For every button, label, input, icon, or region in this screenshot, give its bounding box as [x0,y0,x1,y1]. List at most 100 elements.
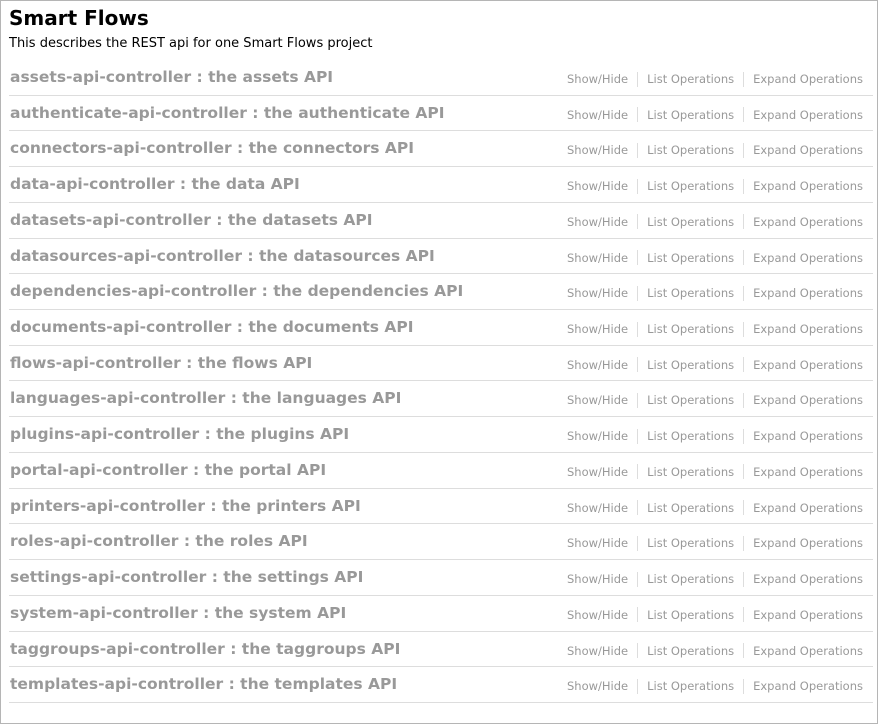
list-operations-link[interactable]: List Operations [647,178,734,194]
list-operations-link[interactable]: List Operations [647,392,734,408]
show-hide-link[interactable]: Show/Hide [567,285,628,301]
show-hide-link[interactable]: Show/Hide [567,464,628,480]
show-hide-link[interactable]: Show/Hide [567,678,628,694]
expand-operations-link[interactable]: Expand Operations [753,107,863,123]
expand-operations-link[interactable]: Expand Operations [753,178,863,194]
list-operations-link[interactable]: List Operations [647,71,734,87]
list-operations-link[interactable]: List Operations [647,678,734,694]
expand-operations-link[interactable]: Expand Operations [753,464,863,480]
expand-operations-link[interactable]: Expand Operations [753,535,863,551]
page-title: Smart Flows [9,6,149,30]
list-operations-link[interactable]: List Operations [647,142,734,158]
list-operations-link[interactable]: List Operations [647,535,734,551]
show-hide-link[interactable]: Show/Hide [567,178,628,194]
list-operations-link[interactable]: List Operations [647,107,734,123]
resource-heading-link[interactable]: documents-api-controller : the documents… [10,317,414,337]
resource-heading-link[interactable]: authenticate-api-controller : the authen… [10,103,445,123]
resource-operations: Show/Hide List Operations Expand Operati… [567,535,863,551]
list-operations-link[interactable]: List Operations [647,214,734,230]
list-operations-link[interactable]: List Operations [647,500,734,516]
list-operations-link[interactable]: List Operations [647,464,734,480]
operations-divider [743,535,745,551]
resource-heading-link[interactable]: printers-api-controller : the printers A… [10,496,361,516]
resource-operations: Show/Hide List Operations Expand Operati… [567,428,863,444]
show-hide-link[interactable]: Show/Hide [567,392,628,408]
show-hide-link[interactable]: Show/Hide [567,250,628,266]
show-hide-link[interactable]: Show/Hide [567,535,628,551]
resource-operations: Show/Hide List Operations Expand Operati… [567,71,863,87]
list-operations-link[interactable]: List Operations [647,607,734,623]
resource-heading-link[interactable]: portal-api-controller : the portal API [10,460,326,480]
operations-divider [637,500,639,516]
resource-heading-link[interactable]: plugins-api-controller : the plugins API [10,424,349,444]
show-hide-link[interactable]: Show/Hide [567,428,628,444]
show-hide-link[interactable]: Show/Hide [567,214,628,230]
resource-heading-link[interactable]: dependencies-api-controller : the depend… [10,281,463,301]
resource-heading-link[interactable]: templates-api-controller : the templates… [10,674,397,694]
expand-operations-link[interactable]: Expand Operations [753,607,863,623]
resource-item: languages-api-controller : the languages… [9,381,873,418]
resource-heading-link[interactable]: taggroups-api-controller : the taggroups… [10,639,400,659]
resource-list: assets-api-controller : the assets API S… [9,60,873,703]
show-hide-link[interactable]: Show/Hide [567,107,628,123]
expand-operations-link[interactable]: Expand Operations [753,428,863,444]
resource-operations: Show/Hide List Operations Expand Operati… [567,285,863,301]
operations-divider [637,535,639,551]
resource-heading-link[interactable]: languages-api-controller : the languages… [10,388,401,408]
resource-heading-link[interactable]: roles-api-controller : the roles API [10,531,308,551]
operations-divider [743,571,745,587]
list-operations-link[interactable]: List Operations [647,357,734,373]
resource-item: dependencies-api-controller : the depend… [9,274,873,311]
resource-heading-link[interactable]: datasources-api-controller : the datasou… [10,246,435,266]
show-hide-link[interactable]: Show/Hide [567,357,628,373]
expand-operations-link[interactable]: Expand Operations [753,643,863,659]
expand-operations-link[interactable]: Expand Operations [753,571,863,587]
show-hide-link[interactable]: Show/Hide [567,142,628,158]
show-hide-link[interactable]: Show/Hide [567,321,628,337]
resource-operations: Show/Hide List Operations Expand Operati… [567,357,863,373]
resource-item: data-api-controller : the data API Show/… [9,167,873,203]
resource-heading-link[interactable]: settings-api-controller : the settings A… [10,567,363,587]
show-hide-link[interactable]: Show/Hide [567,500,628,516]
resource-heading-link[interactable]: system-api-controller : the system API [10,603,346,623]
expand-operations-link[interactable]: Expand Operations [753,500,863,516]
operations-divider [637,214,639,230]
list-operations-link[interactable]: List Operations [647,321,734,337]
resource-item: assets-api-controller : the assets API S… [9,60,873,96]
list-operations-link[interactable]: List Operations [647,643,734,659]
page-description: This describes the REST api for one Smar… [9,36,373,51]
expand-operations-link[interactable]: Expand Operations [753,285,863,301]
expand-operations-link[interactable]: Expand Operations [753,321,863,337]
operations-divider [743,321,745,337]
show-hide-link[interactable]: Show/Hide [567,571,628,587]
resource-operations: Show/Hide List Operations Expand Operati… [567,321,863,337]
operations-divider [743,500,745,516]
resource-item: documents-api-controller : the documents… [9,310,873,346]
list-operations-link[interactable]: List Operations [647,285,734,301]
expand-operations-link[interactable]: Expand Operations [753,392,863,408]
operations-divider [743,71,745,87]
expand-operations-link[interactable]: Expand Operations [753,214,863,230]
expand-operations-link[interactable]: Expand Operations [753,357,863,373]
show-hide-link[interactable]: Show/Hide [567,71,628,87]
resource-heading-link[interactable]: assets-api-controller : the assets API [10,67,333,87]
operations-divider [637,71,639,87]
resource-operations: Show/Hide List Operations Expand Operati… [567,464,863,480]
resource-operations: Show/Hide List Operations Expand Operati… [567,214,863,230]
expand-operations-link[interactable]: Expand Operations [753,71,863,87]
list-operations-link[interactable]: List Operations [647,571,734,587]
resource-heading-link[interactable]: data-api-controller : the data API [10,174,300,194]
list-operations-link[interactable]: List Operations [647,428,734,444]
expand-operations-link[interactable]: Expand Operations [753,142,863,158]
expand-operations-link[interactable]: Expand Operations [753,678,863,694]
resource-heading-link[interactable]: flows-api-controller : the flows API [10,353,312,373]
expand-operations-link[interactable]: Expand Operations [753,250,863,266]
show-hide-link[interactable]: Show/Hide [567,643,628,659]
show-hide-link[interactable]: Show/Hide [567,607,628,623]
resource-heading-link[interactable]: connectors-api-controller : the connecto… [10,138,414,158]
resource-operations: Show/Hide List Operations Expand Operati… [567,607,863,623]
resource-heading-link[interactable]: datasets-api-controller : the datasets A… [10,210,373,230]
resource-item: printers-api-controller : the printers A… [9,489,873,525]
list-operations-link[interactable]: List Operations [647,250,734,266]
resource-item: connectors-api-controller : the connecto… [9,131,873,168]
